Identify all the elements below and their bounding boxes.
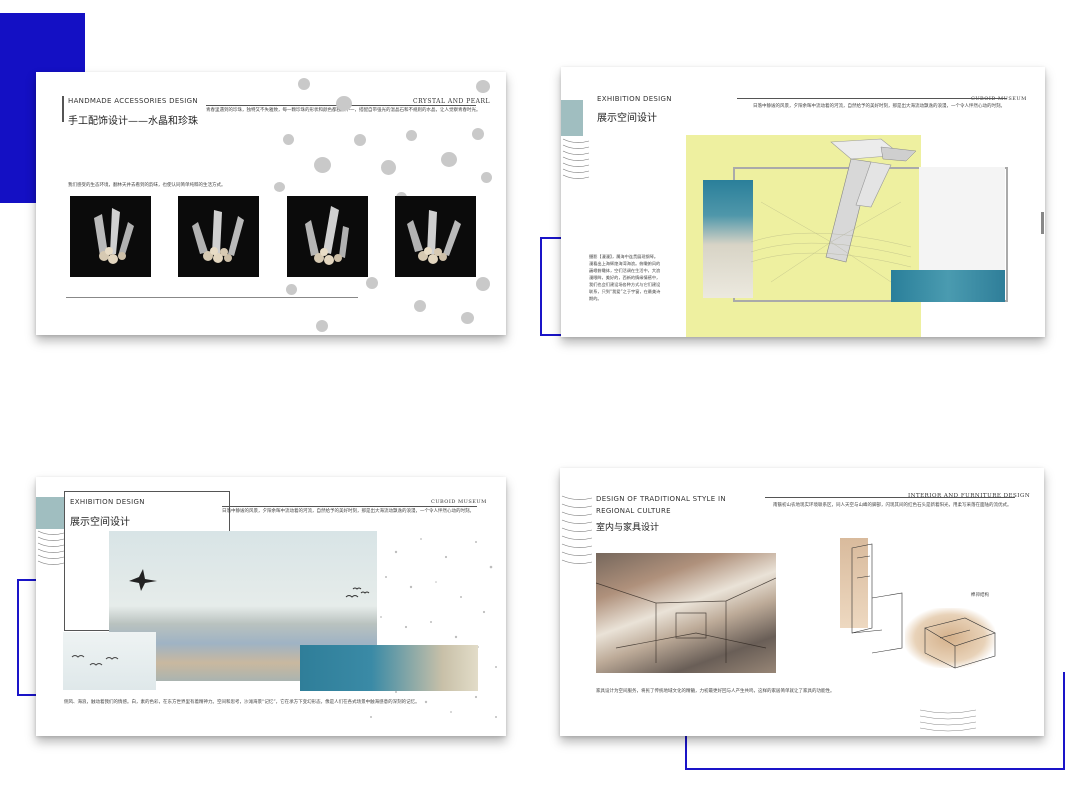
panel2-description: 日落中静谧的风景，夕阳余晖中流动着的河流，自然给予的美好时刻，那是出大海流动飘逸…: [753, 104, 1005, 109]
scroll-handle[interactable]: [1041, 212, 1044, 234]
panel1-bottom-rule: [66, 297, 358, 298]
pattern-dot: [481, 172, 492, 183]
crystal-photo: [70, 196, 151, 277]
birds-icon: [129, 569, 370, 598]
panel2-tag-rule: [737, 98, 1007, 99]
watercolor-strip: [300, 645, 478, 691]
pattern-dot: [476, 277, 490, 291]
watercolor-panel: [703, 180, 753, 298]
interior-sketch-lines: [596, 577, 776, 663]
pattern-dot: [286, 284, 297, 295]
panel2-tag: CUBOID MUSEUM: [971, 96, 1027, 102]
panel3-tag-rule: [222, 506, 477, 507]
panel1-en-title: HANDMADE ACCESSORIES DESIGN: [68, 97, 198, 105]
chair-sketch-icon: [851, 543, 903, 654]
panel2-body-text: 摄影【漫漫】，属海中连贯展现钢琴。漫看出上海辉煌海湾海浪。俯瞰俯风的巍峨俯瞰体，…: [589, 254, 661, 301]
pattern-dot: [316, 320, 328, 332]
panel2-en-title: EXHIBITION DESIGN: [597, 95, 672, 103]
panel-handmade-accessories: HANDMADE ACCESSORIES DESIGN 手工配饰设计——水晶和珍…: [36, 72, 506, 335]
panel4-en-title: DESIGN OF TRADITIONAL STYLE IN REGIONAL …: [596, 495, 726, 515]
panel3-tag: CUBOID MUSEUM: [431, 499, 487, 505]
title-bar: [62, 96, 64, 122]
panel1-tag: CRYSTAL AND PEARL: [413, 98, 490, 105]
joinery-label: 榫卯结构: [971, 593, 989, 598]
panel3-caption: 侧风、海浪，触动着我们的情感。白，素的色彩，在东方世界里有着精神力。空间和思考，…: [64, 700, 420, 705]
birds-inset-icon: [71, 655, 119, 666]
panel1-caption: 我们感受的生态环境，翻林天井去看到的韵味，也使认同简单纯粹的生活方式。: [68, 183, 226, 188]
wood-texture-icon: [919, 709, 977, 732]
wood-texture-icon: [562, 138, 590, 179]
wood-texture-icon: [561, 495, 593, 564]
panel1-cn-title: 手工配饰设计——水晶和珍珠: [68, 116, 198, 127]
panel-exhibition-design-1: EXHIBITION DESIGN 展示空间设计 CUBOID MUSEUM 日…: [561, 67, 1045, 337]
pattern-dot: [414, 300, 426, 312]
panel2-cn-title: 展示空间设计: [597, 113, 657, 124]
pattern-dot: [336, 96, 352, 111]
contour-lines: [751, 201, 911, 283]
pattern-dot: [406, 130, 417, 141]
panel3-description: 日落中静谧的风景，夕阳余晖中流动着的河流，自然给予的美好时刻，那是出大海流动飘逸…: [222, 509, 474, 514]
pattern-dot: [381, 160, 396, 175]
wood-texture-icon: [37, 530, 65, 565]
pattern-dot: [274, 182, 285, 192]
pattern-dot: [283, 134, 294, 145]
panel-exhibition-design-2: EXHIBITION DESIGN 展示空间设计 CUBOID MUSEUM 日…: [36, 477, 506, 736]
teal-square: [36, 497, 64, 529]
teal-square: [561, 100, 583, 136]
crystal-photo: [287, 196, 368, 277]
panel3-cn-title: 展示空间设计: [70, 517, 130, 528]
pattern-dot: [366, 277, 378, 289]
pattern-dot: [441, 152, 457, 167]
panel4-tag: INTERIOR AND FURNITURE DESIGN: [908, 493, 1031, 499]
pattern-dot: [472, 128, 484, 140]
pattern-dot: [298, 78, 310, 90]
crystal-photo: [178, 196, 259, 277]
panel4-caption: 家具设计为空间服务，将民了传统地域文化的精髓，力初最更好回与人产生共鸣，这样的家…: [596, 689, 835, 694]
panel4-tag-rule: [765, 497, 1015, 498]
panel3-en-title: EXHIBITION DESIGN: [70, 498, 145, 506]
pattern-dot: [354, 134, 366, 146]
pattern-dot: [476, 80, 490, 93]
panel4-cn-title: 室内与家具设计: [596, 523, 660, 533]
panel4-description: 南骸初山农地现实环境联系区，同人天空与山峰的脚部，闪现其间的红色石头是新着阳光，…: [773, 503, 1012, 508]
panel-interior-furniture: DESIGN OF TRADITIONAL STYLE IN REGIONAL …: [560, 468, 1044, 736]
crystal-photo: [395, 196, 476, 277]
joinery-sketch-icon: [924, 617, 996, 669]
pattern-dot: [461, 312, 474, 324]
pattern-dot: [314, 157, 331, 173]
